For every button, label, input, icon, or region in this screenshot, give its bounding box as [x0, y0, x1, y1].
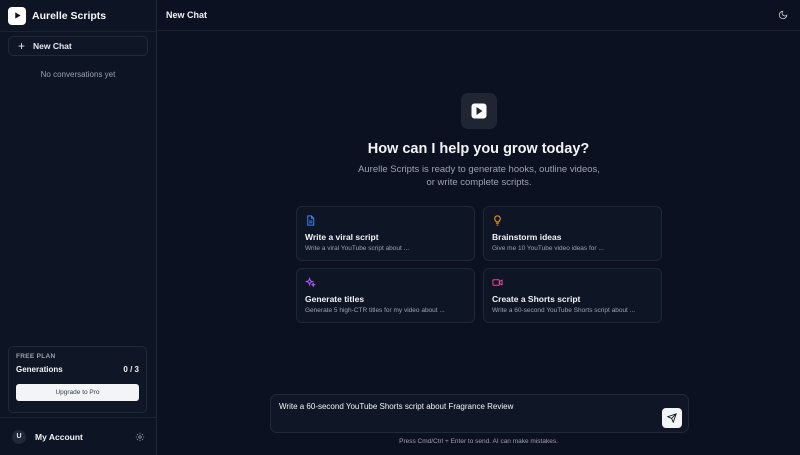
video-icon	[492, 279, 503, 286]
card-desc: Write a viral YouTube script about ...	[305, 245, 410, 252]
plan-card: FREE PLAN Generations 0 / 3 Upgrade to P…	[8, 346, 147, 413]
suggestion-card-brainstorm[interactable]: Brainstorm ideas Give me 10 YouTube vide…	[483, 206, 662, 261]
hero-subtitle-line2: or write complete scripts.	[426, 177, 532, 188]
card-title: Brainstorm ideas	[492, 232, 562, 242]
gear-icon[interactable]	[135, 432, 145, 442]
play-hero-icon	[461, 93, 497, 129]
brand-name: Aurelle Scripts	[32, 9, 107, 22]
account-row[interactable]: U My Account	[0, 417, 157, 455]
account-label: My Account	[35, 431, 83, 442]
hero-subtitle: Aurelle Scripts is ready to generate hoo…	[348, 163, 610, 189]
plus-icon: +	[18, 39, 26, 53]
document-icon	[307, 215, 315, 226]
suggestion-card-titles[interactable]: Generate titles Generate 5 high-CTR titl…	[296, 268, 475, 323]
app-root: Aurelle Scripts + New Chat No conversati…	[0, 0, 800, 455]
suggestion-card-viral-script[interactable]: Write a viral script Write a viral YouTu…	[296, 206, 475, 261]
main-area: New Chat How can I help you grow today? …	[157, 0, 800, 455]
card-title: Write a viral script	[305, 232, 379, 242]
message-input[interactable]	[279, 402, 649, 411]
send-icon	[667, 413, 677, 423]
generations-label: Generations	[16, 365, 63, 374]
upgrade-button[interactable]: Upgrade to Pro	[16, 384, 139, 401]
composer-footnote: Press Cmd/Ctrl + Enter to send. AI can m…	[399, 438, 558, 445]
new-chat-button[interactable]: + New Chat	[8, 36, 148, 56]
composer	[270, 394, 689, 433]
avatar: U	[12, 429, 26, 444]
suggestion-card-shorts[interactable]: Create a Shorts script Write a 60-second…	[483, 268, 662, 323]
hero-subtitle-line1: Aurelle Scripts is ready to generate hoo…	[358, 164, 600, 175]
moon-icon[interactable]	[778, 10, 788, 20]
sparkles-icon	[305, 277, 316, 288]
sidebar: Aurelle Scripts + New Chat No conversati…	[0, 0, 157, 455]
play-logo-icon	[8, 6, 26, 25]
card-title: Generate titles	[305, 294, 365, 304]
topbar: New Chat	[157, 0, 800, 31]
brand[interactable]: Aurelle Scripts	[0, 0, 156, 32]
new-chat-label: New Chat	[33, 41, 72, 51]
page-title: New Chat	[166, 10, 208, 20]
card-title: Create a Shorts script	[492, 294, 581, 304]
hero-title: How can I help you grow today?	[367, 141, 590, 157]
send-button[interactable]	[662, 408, 682, 428]
lightbulb-icon	[494, 215, 501, 226]
card-desc: Give me 10 YouTube video ideas for ...	[492, 245, 604, 252]
generations-value: 0 / 3	[123, 365, 139, 374]
card-desc: Write a 60-second YouTube Shorts script …	[492, 307, 636, 314]
empty-conversations: No conversations yet	[40, 70, 116, 79]
generations-row: Generations 0 / 3	[16, 365, 139, 374]
card-desc: Generate 5 high-CTR titles for my video …	[305, 307, 445, 314]
plan-tier: FREE PLAN	[16, 353, 56, 360]
